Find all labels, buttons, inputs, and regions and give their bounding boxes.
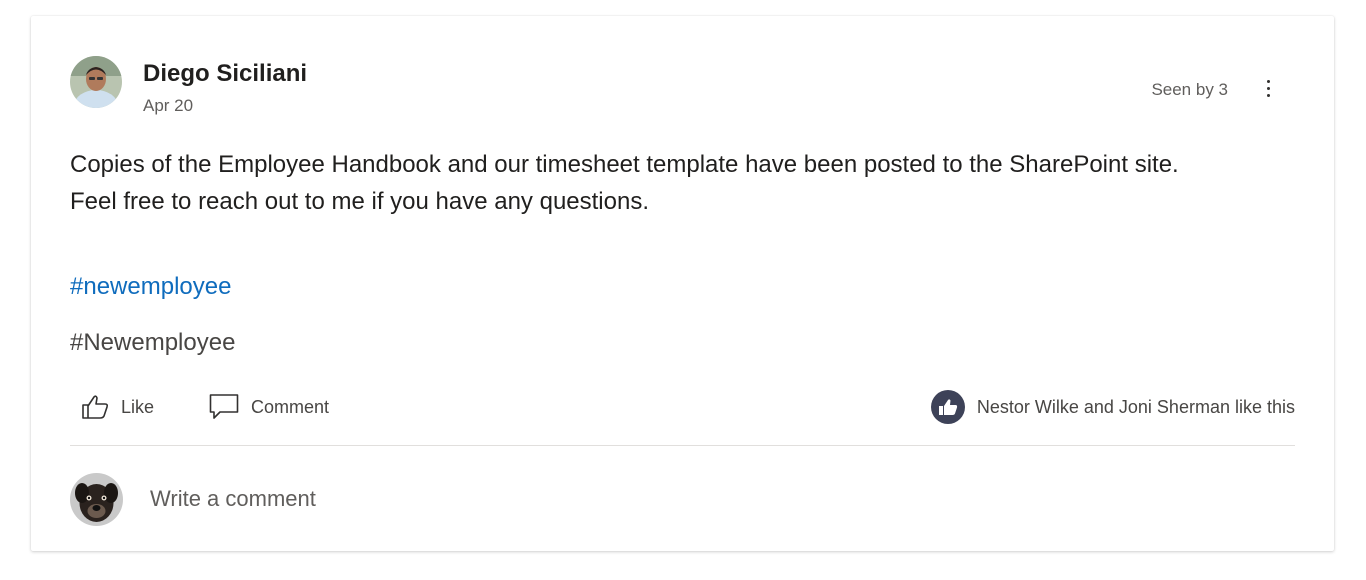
post-body: Copies of the Employee Handbook and our … [70, 146, 1310, 220]
post-date: Apr 20 [143, 96, 194, 115]
divider [70, 445, 1295, 446]
comment-composer: Write a comment [70, 473, 1295, 527]
author-name[interactable]: Diego Siciliani [143, 60, 307, 88]
post-header: Diego Siciliani Apr 20 Seen by 3 [70, 56, 1295, 116]
current-user-avatar [70, 473, 123, 526]
comment-button[interactable]: Comment [209, 392, 329, 422]
like-icon [82, 395, 109, 419]
hashtag-text: #Newemployee [70, 329, 236, 356]
thumbs-up-badge-icon [930, 390, 965, 424]
post-body-line: Copies of the Employee Handbook and our … [70, 151, 1179, 178]
like-label: Like [121, 396, 155, 417]
like-button[interactable]: Like [81, 392, 154, 422]
reaction-summary[interactable]: Nestor Wilke and Joni Sherman like this [930, 390, 1295, 424]
seen-by-count[interactable]: Seen by 3 [1151, 80, 1228, 100]
author-avatar[interactable] [70, 56, 122, 108]
post-body-line: Feel free to reach out to me if you have… [70, 188, 649, 215]
hashtag-link[interactable]: #newemployee [70, 273, 231, 301]
comment-input[interactable]: Write a comment [150, 486, 316, 512]
comment-label: Comment [251, 396, 330, 417]
more-options-icon[interactable] [1263, 76, 1273, 106]
reaction-summary-text: Nestor Wilke and Joni Sherman like this [976, 396, 1295, 417]
comment-icon [209, 394, 239, 419]
post-card: Diego Siciliani Apr 20 Seen by 3 Copies … [31, 16, 1334, 551]
